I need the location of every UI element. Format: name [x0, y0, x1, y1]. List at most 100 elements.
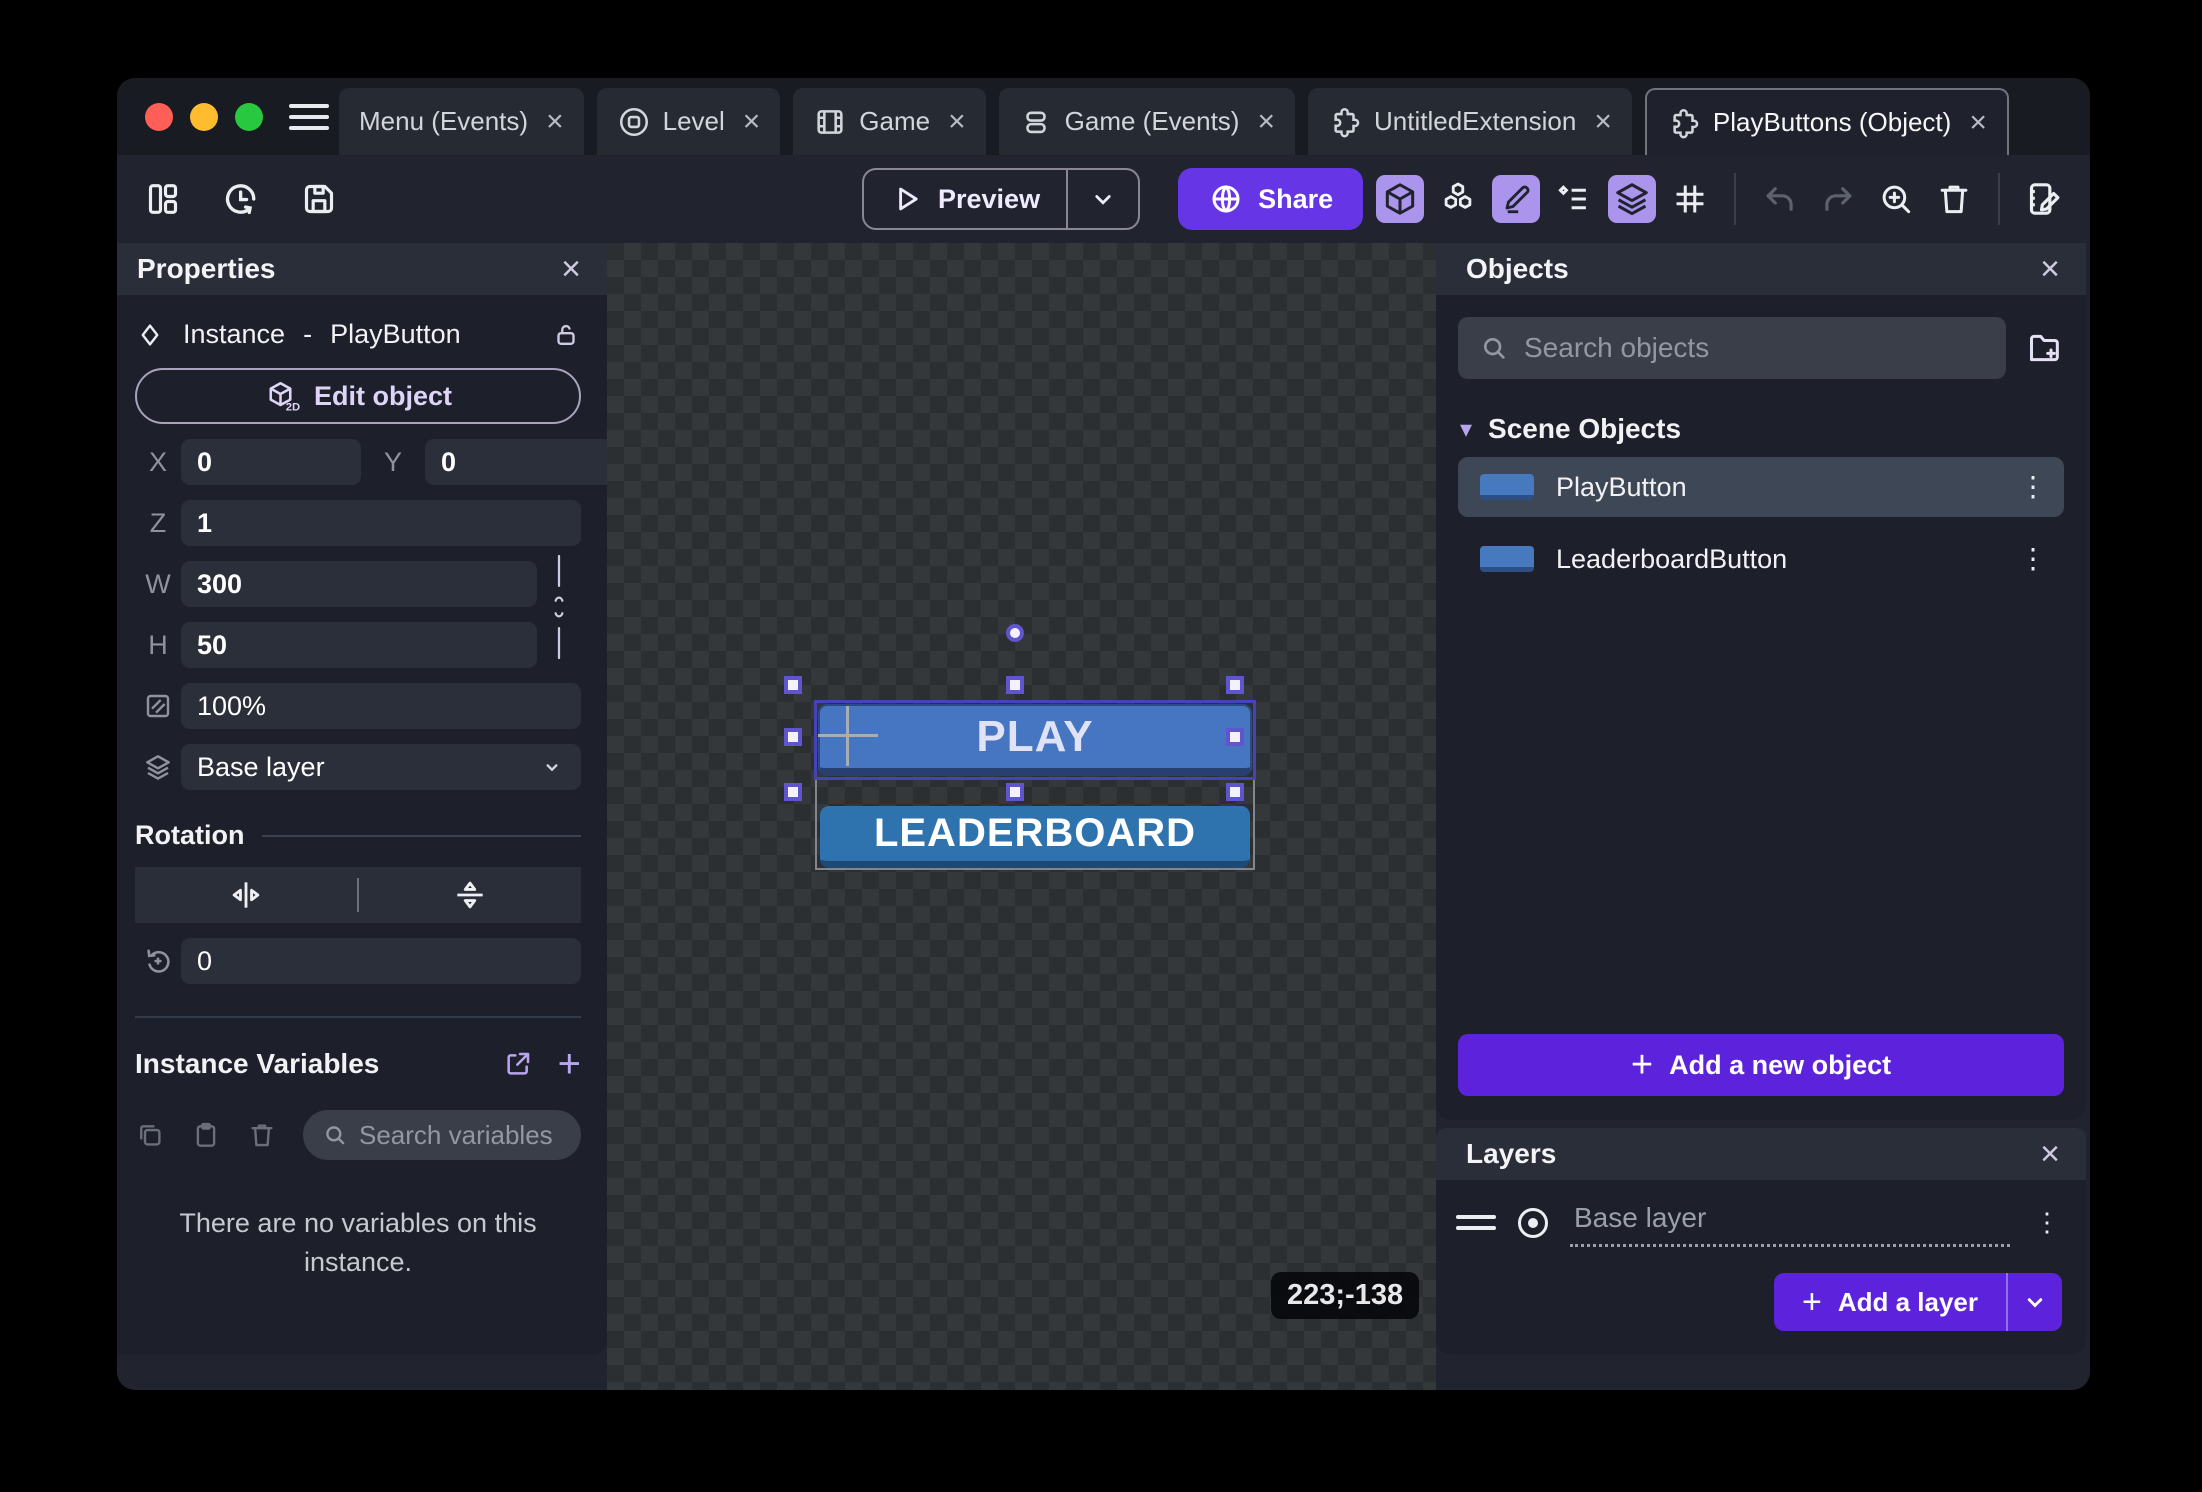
lock-aspect-ratio-icon[interactable]: [537, 546, 581, 668]
divider: [135, 1016, 581, 1018]
tab-untitled-extension[interactable]: UntitledExtension ×: [1308, 88, 1632, 155]
add-layer-button[interactable]: + Add a layer: [1774, 1273, 2006, 1331]
grid-icon[interactable]: [1666, 175, 1714, 223]
width-field[interactable]: [181, 561, 537, 607]
close-icon[interactable]: ×: [561, 252, 581, 286]
objects-header: Objects ×: [1436, 243, 2086, 295]
version-history-icon[interactable]: [217, 175, 265, 223]
close-icon[interactable]: ×: [1969, 108, 1987, 138]
instances-list-icon[interactable]: [1550, 175, 1598, 223]
resize-handle-bottom-right[interactable]: [1226, 783, 1244, 801]
rotation-handle[interactable]: [1006, 624, 1024, 642]
object-row-playbutton[interactable]: PlayButton ⋮: [1458, 457, 2064, 517]
edit-scene-events-icon[interactable]: [2020, 175, 2068, 223]
height-field[interactable]: [181, 622, 537, 668]
flip-horizontal-icon[interactable]: [135, 876, 357, 914]
variables-search[interactable]: [303, 1110, 581, 1160]
close-icon[interactable]: ×: [1594, 107, 1612, 137]
trash-icon[interactable]: [1930, 175, 1978, 223]
close-icon[interactable]: ×: [743, 107, 761, 137]
tab-label: Menu (Events): [359, 106, 528, 137]
flip-vertical-icon[interactable]: [359, 876, 581, 914]
play-button-instance[interactable]: PLAY: [818, 704, 1252, 776]
undo-icon[interactable]: [1756, 175, 1804, 223]
resize-handle-top-left[interactable]: [784, 676, 802, 694]
layer-row-base-layer[interactable]: Base layer ⋮: [1436, 1198, 2086, 1247]
close-icon[interactable]: ×: [1257, 107, 1275, 137]
zoom-window-button[interactable]: [235, 103, 263, 131]
redo-icon[interactable]: [1814, 175, 1862, 223]
minimize-window-button[interactable]: [190, 103, 218, 131]
tab-playbuttons-object[interactable]: PlayButtons (Object) ×: [1645, 88, 2009, 155]
add-layer-options-chevron[interactable]: [2006, 1273, 2062, 1331]
z-field[interactable]: [181, 500, 581, 546]
tab-level[interactable]: Level ×: [597, 88, 781, 155]
close-icon[interactable]: ×: [2040, 252, 2060, 286]
leaderboard-button-instance[interactable]: LEADERBOARD: [820, 806, 1250, 868]
paste-icon[interactable]: [191, 1120, 221, 1150]
preview-button[interactable]: Preview: [864, 182, 1066, 216]
add-new-object-button[interactable]: + Add a new object: [1458, 1034, 2064, 1096]
variables-search-input[interactable]: [359, 1120, 563, 1151]
objects-search[interactable]: [1458, 317, 2006, 379]
globe-icon: [1208, 181, 1244, 217]
tab-game-events[interactable]: Game (Events) ×: [999, 88, 1295, 155]
open-variables-dialog-icon[interactable]: [502, 1048, 534, 1080]
kebab-menu-icon[interactable]: ⋮: [2016, 550, 2050, 567]
save-icon[interactable]: [295, 175, 343, 223]
kebab-menu-icon[interactable]: ⋮: [2016, 478, 2050, 495]
preview-options-chevron[interactable]: [1068, 184, 1138, 214]
resize-handle-top-right[interactable]: [1226, 676, 1244, 694]
main-menu-icon[interactable]: [289, 78, 329, 155]
edit-object-button[interactable]: 2D Edit object: [135, 368, 581, 424]
resize-handle-bottom-center[interactable]: [1006, 783, 1024, 801]
toggle-panels-icon[interactable]: [139, 175, 187, 223]
share-button[interactable]: Share: [1178, 168, 1363, 230]
zoom-icon[interactable]: [1872, 175, 1920, 223]
objects-panel-toggle-icon[interactable]: [1376, 175, 1424, 223]
resize-handle-bottom-left[interactable]: [784, 783, 802, 801]
add-layer-label: Add a layer: [1838, 1287, 1978, 1318]
resize-handle-top-center[interactable]: [1006, 676, 1024, 694]
add-variable-icon[interactable]: +: [558, 1044, 581, 1084]
scene-canvas[interactable]: PLAY LEADERBOARD 223;-138: [607, 243, 1436, 1390]
unlock-icon[interactable]: [551, 320, 581, 350]
add-new-object-label: Add a new object: [1669, 1050, 1891, 1081]
layer-stack-icon: [135, 751, 181, 783]
close-icon[interactable]: ×: [546, 107, 564, 137]
tab-label: UntitledExtension: [1374, 106, 1576, 137]
instance-object-name: PlayButton: [330, 319, 461, 350]
tab-menu-events[interactable]: Menu (Events) ×: [339, 88, 584, 155]
resize-handle-mid-left[interactable]: [784, 728, 802, 746]
resize-handle-mid-right[interactable]: [1226, 728, 1244, 746]
rotation-field[interactable]: [181, 938, 581, 984]
layers-panel: Layers × Base layer ⋮ + A: [1436, 1128, 2086, 1355]
titlebar: Menu (Events) × Level × Game ×: [117, 78, 2090, 155]
objects-search-input[interactable]: [1524, 332, 1986, 364]
x-label: X: [135, 447, 181, 478]
properties-panel-toggle-icon[interactable]: [1492, 175, 1540, 223]
collapse-caret-icon[interactable]: ▾: [1460, 415, 1472, 444]
x-field[interactable]: [181, 439, 361, 485]
opacity-field[interactable]: [181, 683, 581, 729]
layer-name-field[interactable]: Base layer: [1570, 1198, 2010, 1247]
close-window-button[interactable]: [145, 103, 173, 131]
tab-game[interactable]: Game ×: [793, 88, 985, 155]
close-icon[interactable]: ×: [2040, 1137, 2060, 1171]
object-groups-icon[interactable]: [1434, 175, 1482, 223]
copy-icon[interactable]: [135, 1120, 165, 1150]
close-icon[interactable]: ×: [948, 107, 966, 137]
edit-object-label: Edit object: [314, 381, 452, 412]
screenshot-stage: Menu (Events) × Level × Game ×: [0, 0, 2202, 1492]
layers-panel-toggle-icon[interactable]: [1608, 175, 1656, 223]
layer-visibility-icon[interactable]: [1518, 1208, 1548, 1238]
kebab-menu-icon[interactable]: ⋮: [2032, 1214, 2062, 1230]
add-folder-icon[interactable]: [2024, 328, 2064, 368]
layer-select[interactable]: Base layer: [181, 744, 581, 790]
object-row-leaderboardbutton[interactable]: LeaderboardButton ⋮: [1458, 529, 2064, 589]
y-field[interactable]: [425, 439, 607, 485]
delete-variable-icon[interactable]: [247, 1120, 277, 1150]
play-button-text: PLAY: [976, 712, 1093, 762]
film-icon: [813, 105, 847, 139]
drag-handle-icon[interactable]: [1456, 1215, 1496, 1230]
